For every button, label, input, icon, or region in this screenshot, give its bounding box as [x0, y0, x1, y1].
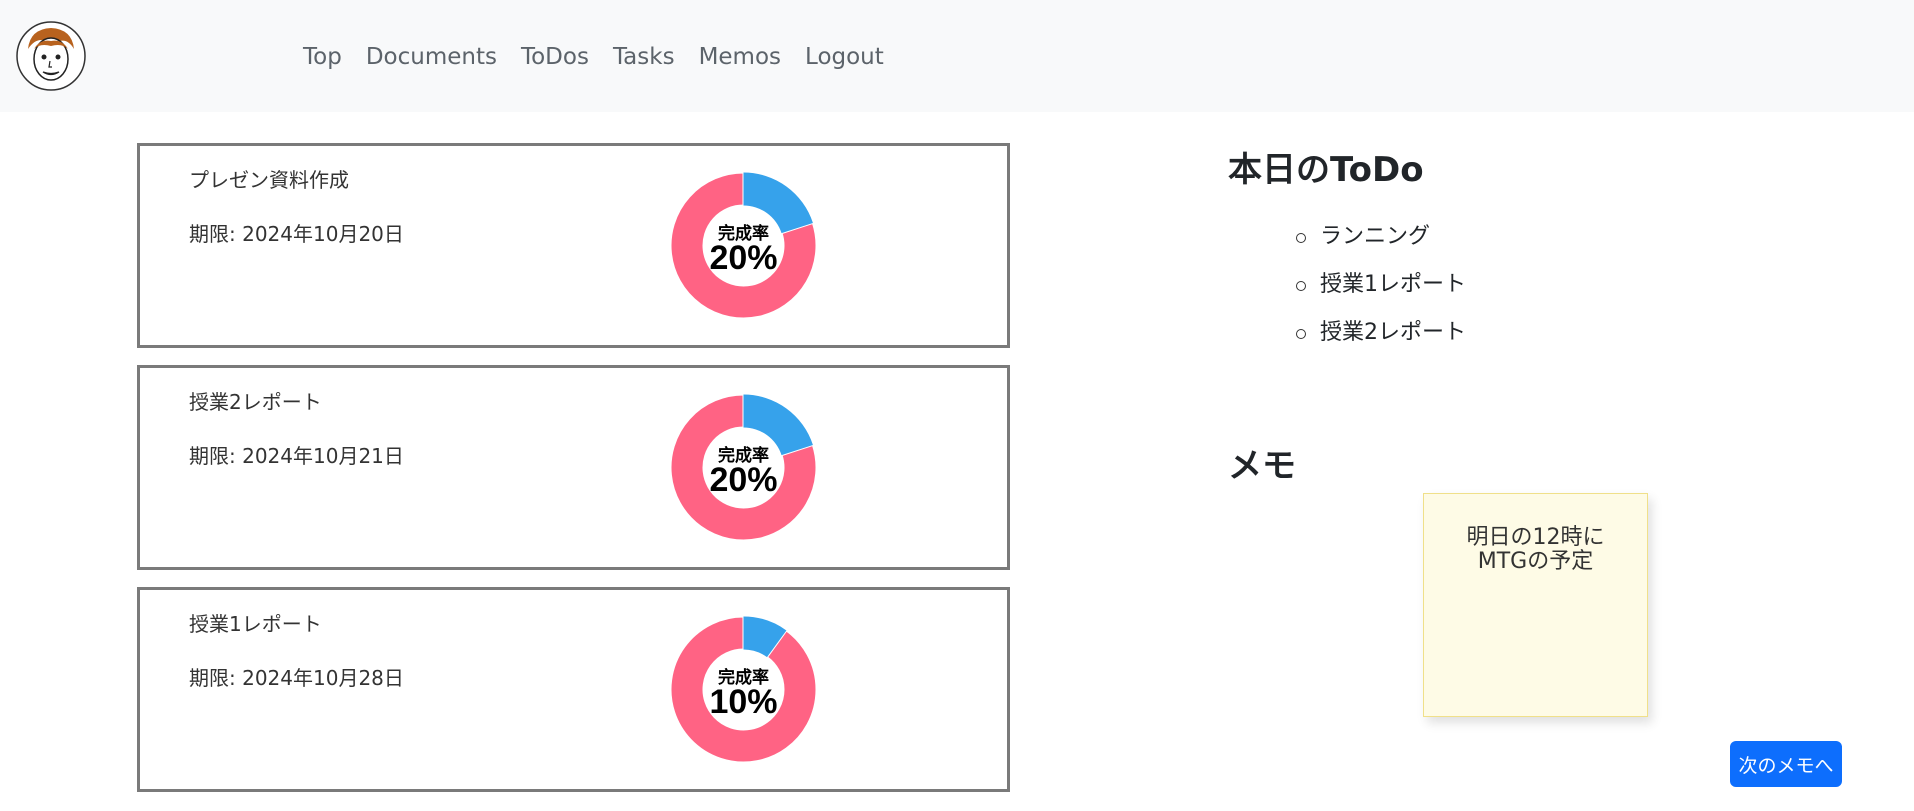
nav-link-documents[interactable]: Documents — [366, 40, 497, 74]
nav-link-todos[interactable]: ToDos — [521, 40, 589, 74]
todo-item-label: 授業1レポート — [1320, 272, 1466, 297]
progress-value: 20% — [709, 239, 777, 277]
todo-item[interactable]: 授業1レポート — [1296, 270, 1466, 318]
memo-note: 明日の12時に MTGの予定 — [1423, 493, 1648, 717]
task-title: 授業1レポート — [189, 612, 322, 636]
todo-section-title: 本日のToDo — [1228, 150, 1424, 190]
progress-donut: 完成率 10% — [670, 616, 817, 763]
todo-item[interactable]: ランニング — [1296, 222, 1466, 270]
nav-link-memos[interactable]: Memos — [699, 40, 781, 74]
circle-bullet-icon — [1296, 281, 1306, 291]
progress-donut: 完成率 20% — [670, 172, 817, 319]
task-deadline: 期限: 2024年10月20日 — [189, 222, 404, 246]
todo-item-label: 授業2レポート — [1320, 320, 1466, 345]
navbar: Top Documents ToDos Tasks Memos Logout — [0, 0, 1914, 112]
todo-list: ランニング 授業1レポート 授業2レポート — [1296, 222, 1466, 366]
todo-item-label: ランニング — [1320, 224, 1431, 249]
memo-line: MTGの予定 — [1477, 549, 1594, 574]
task-card[interactable]: 授業2レポート 期限: 2024年10月21日 完成率 20% — [137, 365, 1010, 570]
task-deadline: 期限: 2024年10月28日 — [189, 666, 404, 690]
progress-donut: 完成率 20% — [670, 394, 817, 541]
circle-bullet-icon — [1296, 329, 1306, 339]
progress-value: 10% — [709, 683, 777, 721]
task-title: 授業2レポート — [189, 390, 322, 414]
task-card[interactable]: 授業1レポート 期限: 2024年10月28日 完成率 10% — [137, 587, 1010, 792]
next-memo-button[interactable]: 次のメモへ — [1730, 741, 1842, 787]
circle-bullet-icon — [1296, 233, 1306, 243]
avatar[interactable] — [16, 19, 86, 93]
task-title: プレゼン資料作成 — [189, 168, 349, 192]
nav-link-logout[interactable]: Logout — [805, 40, 884, 74]
nav-links: Top Documents ToDos Tasks Memos Logout — [303, 40, 908, 74]
task-card[interactable]: プレゼン資料作成 期限: 2024年10月20日 完成率 20% — [137, 143, 1010, 348]
nav-link-tasks[interactable]: Tasks — [613, 40, 675, 74]
memo-line: 明日の12時に — [1466, 525, 1605, 550]
todo-item[interactable]: 授業2レポート — [1296, 318, 1466, 366]
nav-link-top[interactable]: Top — [303, 40, 342, 74]
memo-section-title: メモ — [1228, 446, 1296, 486]
progress-value: 20% — [709, 461, 777, 499]
task-deadline: 期限: 2024年10月21日 — [189, 444, 404, 468]
